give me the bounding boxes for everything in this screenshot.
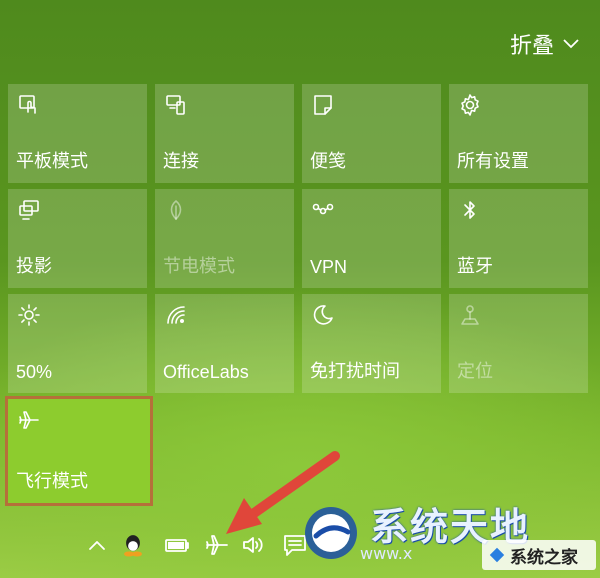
note-icon — [311, 93, 335, 117]
location-icon — [458, 303, 482, 327]
tile-all-settings[interactable]: 所有设置 — [449, 84, 588, 183]
tile-label: 所有设置 — [457, 151, 529, 171]
tile-location[interactable]: 定位 — [449, 294, 588, 393]
volume-icon[interactable] — [240, 532, 266, 558]
watermark-badge: 系统之家 — [482, 540, 596, 570]
battery-icon[interactable] — [164, 532, 190, 558]
tile-label: 50% — [16, 362, 53, 382]
tile-label: 飞行模式 — [16, 471, 88, 491]
tile-wifi[interactable]: OfficeLabs — [155, 294, 294, 393]
battery-saver-icon — [164, 198, 188, 222]
tile-airplane-mode[interactable]: 飞行模式 — [5, 396, 153, 506]
moon-icon — [311, 303, 335, 327]
airplane-icon[interactable] — [204, 532, 230, 558]
brightness-icon — [17, 303, 41, 327]
watermark: 系统天地 www.x 系统之家 — [300, 496, 600, 578]
project-icon — [17, 198, 41, 222]
tile-vpn[interactable]: VPN — [302, 189, 441, 288]
tile-label: 节电模式 — [163, 256, 235, 276]
tile-note[interactable]: 便笺 — [302, 84, 441, 183]
tile-label: 便笺 — [310, 151, 346, 171]
bluetooth-icon — [458, 198, 482, 222]
tile-quiet-hours[interactable]: 免打扰时间 — [302, 294, 441, 393]
chevron-up-icon[interactable] — [84, 532, 110, 558]
qq-icon[interactable] — [120, 532, 146, 558]
tile-brightness[interactable]: 50% — [8, 294, 147, 393]
airplane-icon — [17, 408, 41, 432]
gear-icon — [458, 93, 482, 117]
tile-label: 定位 — [457, 361, 493, 381]
vpn-icon — [311, 198, 335, 222]
watermark-logo-icon — [305, 507, 357, 559]
tile-label: 蓝牙 — [457, 256, 493, 276]
tile-label: 免打扰时间 — [310, 361, 400, 381]
watermark-url: www.x — [360, 544, 413, 563]
tile-label: 投影 — [16, 256, 52, 276]
tile-bluetooth[interactable]: 蓝牙 — [449, 189, 588, 288]
tile-connect[interactable]: 连接 — [155, 84, 294, 183]
tile-battery-saver[interactable]: 节电模式 — [155, 189, 294, 288]
tile-label: OfficeLabs — [163, 362, 249, 382]
wifi-icon — [164, 303, 188, 327]
tablet-mode-icon — [17, 93, 41, 117]
tile-label: 平板模式 — [16, 151, 88, 171]
watermark-badge-text: 系统之家 — [510, 547, 578, 567]
tile-tablet-mode[interactable]: 平板模式 — [8, 84, 147, 183]
tile-label: VPN — [310, 257, 348, 277]
tile-project[interactable]: 投影 — [8, 189, 147, 288]
watermark-badge-icon — [489, 547, 505, 563]
connect-icon — [164, 93, 188, 117]
tile-label: 连接 — [163, 151, 199, 171]
